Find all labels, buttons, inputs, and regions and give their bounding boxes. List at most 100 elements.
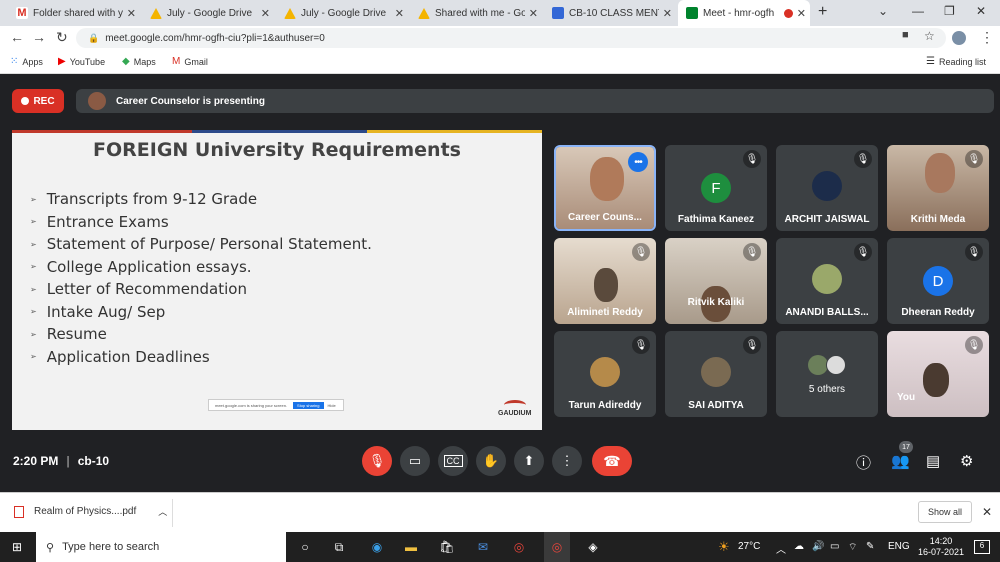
tab-search-icon[interactable]: ⌄ (878, 4, 888, 18)
close-icon[interactable]: ✕ (395, 7, 404, 20)
captions-button[interactable]: CC (438, 446, 468, 476)
cortana-icon[interactable]: ○ (296, 538, 314, 556)
more-options-icon[interactable]: ••• (628, 152, 648, 172)
close-icon[interactable]: ✕ (982, 505, 992, 519)
weather-temp[interactable]: 27°C (738, 541, 760, 552)
people-icon[interactable]: 👥 (891, 452, 910, 470)
shared-screen: FOREIGN University Requirements ➢ Transcr… (12, 130, 542, 430)
participant-count-badge: 17 (899, 441, 913, 453)
slide-bullets: ➢ Transcripts from 9-12 Grade ➢ Entrance E… (30, 188, 372, 368)
close-icon[interactable]: ✕ (127, 7, 136, 20)
participant-initial: D (923, 266, 953, 296)
participant-tile[interactable]: 🎙 ARCHIT JAISWAL (776, 145, 878, 231)
raise-hand-button[interactable]: ✋ (476, 446, 506, 476)
participant-tile[interactable]: 🎙 D Dheeran Reddy (887, 238, 989, 324)
language-indicator[interactable]: ENG (888, 541, 910, 552)
address-bar[interactable]: 🔒 meet.google.com/hmr-ogfh-ciu?pli=1&auth… (76, 28, 946, 48)
participant-tile[interactable]: 🎙 Ritvik Kaliki (665, 238, 767, 324)
tray-chevron-icon[interactable]: ︿ (776, 541, 786, 556)
maximize-icon[interactable]: ❐ (944, 4, 955, 18)
arrow-icon: ➢ (30, 307, 37, 317)
present-button[interactable]: ⬆ (514, 446, 544, 476)
mic-toggle-button[interactable]: 🎙 (362, 446, 392, 476)
participant-tile[interactable]: 🎙 Krithi Meda (887, 145, 989, 231)
participant-tile[interactable]: 🎙 Tarun Adireddy (554, 331, 656, 417)
taskbar-search[interactable]: ⚲ Type here to search (36, 532, 286, 562)
participant-tile[interactable]: 5 others (776, 331, 878, 417)
show-all-button[interactable]: Show all (918, 501, 972, 523)
participant-name: Career Couns... (568, 212, 642, 223)
close-icon[interactable]: ✕ (529, 7, 538, 20)
network-icon[interactable]: ☁ (794, 541, 804, 552)
edge-icon[interactable]: ◉ (368, 538, 386, 556)
close-window-icon[interactable]: ✕ (976, 4, 986, 18)
download-item[interactable]: Realm of Physics....pdf ︿ (14, 505, 167, 518)
volume-icon[interactable]: 🔊 (812, 541, 824, 552)
recording-badge[interactable]: REC (12, 89, 64, 113)
hide-button[interactable]: Hide (328, 403, 336, 408)
profile-avatar[interactable] (952, 31, 966, 45)
bookmark-maps[interactable]: ◆ Maps (122, 56, 156, 67)
camera-icon[interactable]: ■ (902, 29, 909, 41)
tab-shared[interactable]: Shared with me - Goo ✕ (410, 0, 542, 26)
chat-icon[interactable]: ▤ (926, 452, 940, 470)
battery-icon[interactable]: ▭ (830, 541, 839, 552)
bookmark-youtube[interactable]: ▶ YouTube (58, 56, 105, 67)
bullet-text: Resume (46, 325, 107, 344)
star-icon[interactable]: ☆ (924, 29, 935, 43)
arrow-icon: ➢ (30, 329, 37, 339)
tab-meet[interactable]: Meet - hmr-ogfh ✕ (678, 0, 810, 26)
chrome-active-icon[interactable]: ◎ (544, 532, 570, 562)
back-icon[interactable]: ← (10, 29, 24, 45)
participant-name: Krithi Meda (910, 214, 966, 225)
more-vert-icon: ⋮ (560, 453, 574, 468)
notifications-icon[interactable]: 6 (974, 540, 990, 554)
mic-off-icon: 🎙 (854, 243, 872, 261)
minimize-icon[interactable]: — (912, 4, 924, 18)
task-view-icon[interactable]: ⧉ (330, 538, 348, 556)
wifi-icon[interactable]: ⌔ (848, 541, 857, 554)
participant-tile[interactable]: 🎙 SAI ADITYA (665, 331, 767, 417)
menu-icon[interactable]: ⋮ (980, 29, 994, 46)
windows-start-icon[interactable]: ⊞ (8, 538, 26, 556)
camera-icon: ▭ (408, 453, 422, 468)
pen-icon[interactable]: ✎ (866, 541, 874, 552)
presenting-text: Career Counselor is presenting (116, 95, 265, 107)
reload-icon[interactable]: ↻ (56, 29, 68, 46)
chevron-up-icon[interactable]: ︿ (158, 505, 167, 518)
participant-tile[interactable]: 🎙 ANANDI BALLS... (776, 238, 878, 324)
bookmark-apps[interactable]: ⁙ Apps (10, 56, 43, 67)
close-icon[interactable]: ✕ (797, 7, 806, 20)
close-icon[interactable]: ✕ (261, 7, 270, 20)
new-tab-icon[interactable]: + (818, 3, 827, 21)
chrome-icon[interactable]: ◎ (510, 538, 528, 556)
bullet-text: Intake Aug/ Sep (46, 302, 166, 321)
tab-classroom[interactable]: CB-10 CLASS MENTOR ✕ (544, 0, 676, 26)
forward-icon[interactable]: → (32, 29, 46, 45)
close-icon[interactable]: ✕ (663, 7, 672, 20)
participant-avatar (826, 355, 846, 375)
participant-avatar (812, 171, 842, 201)
tab-title: July - Google Drive (301, 7, 387, 19)
activities-icon[interactable]: ⚙ (960, 452, 973, 470)
participant-tile[interactable]: ••• Career Couns... (554, 145, 656, 231)
mail-icon[interactable]: ✉ (474, 538, 492, 556)
leave-call-button[interactable]: ☎ (592, 446, 632, 476)
participant-tile[interactable]: 🎙 F Fathima Kaneez (665, 145, 767, 231)
meeting-details-icon[interactable]: ⓘ (856, 452, 871, 473)
bookmark-gmail[interactable]: M Gmail (172, 56, 208, 67)
tab-drive-1[interactable]: July - Google Drive ✕ (142, 0, 274, 26)
reading-list[interactable]: ☰ Reading list (926, 56, 986, 67)
app-icon[interactable]: ◈ (584, 538, 602, 556)
store-icon[interactable]: 🛍 (438, 538, 456, 556)
stop-sharing-button[interactable]: Stop sharing (293, 401, 324, 409)
camera-toggle-button[interactable]: ▭ (400, 446, 430, 476)
file-explorer-icon[interactable]: ▬ (402, 538, 420, 556)
participant-tile[interactable]: 🎙 Alimineti Reddy (554, 238, 656, 324)
system-clock[interactable]: 14:20 16-07-2021 (918, 536, 964, 558)
tab-gmail[interactable]: M Folder shared with you ✕ (8, 0, 140, 26)
participant-tile[interactable]: 🎙 You (887, 331, 989, 417)
tab-drive-2[interactable]: July - Google Drive ✕ (276, 0, 408, 26)
more-options-button[interactable]: ⋮ (552, 446, 582, 476)
gmail-icon: M (16, 7, 28, 19)
